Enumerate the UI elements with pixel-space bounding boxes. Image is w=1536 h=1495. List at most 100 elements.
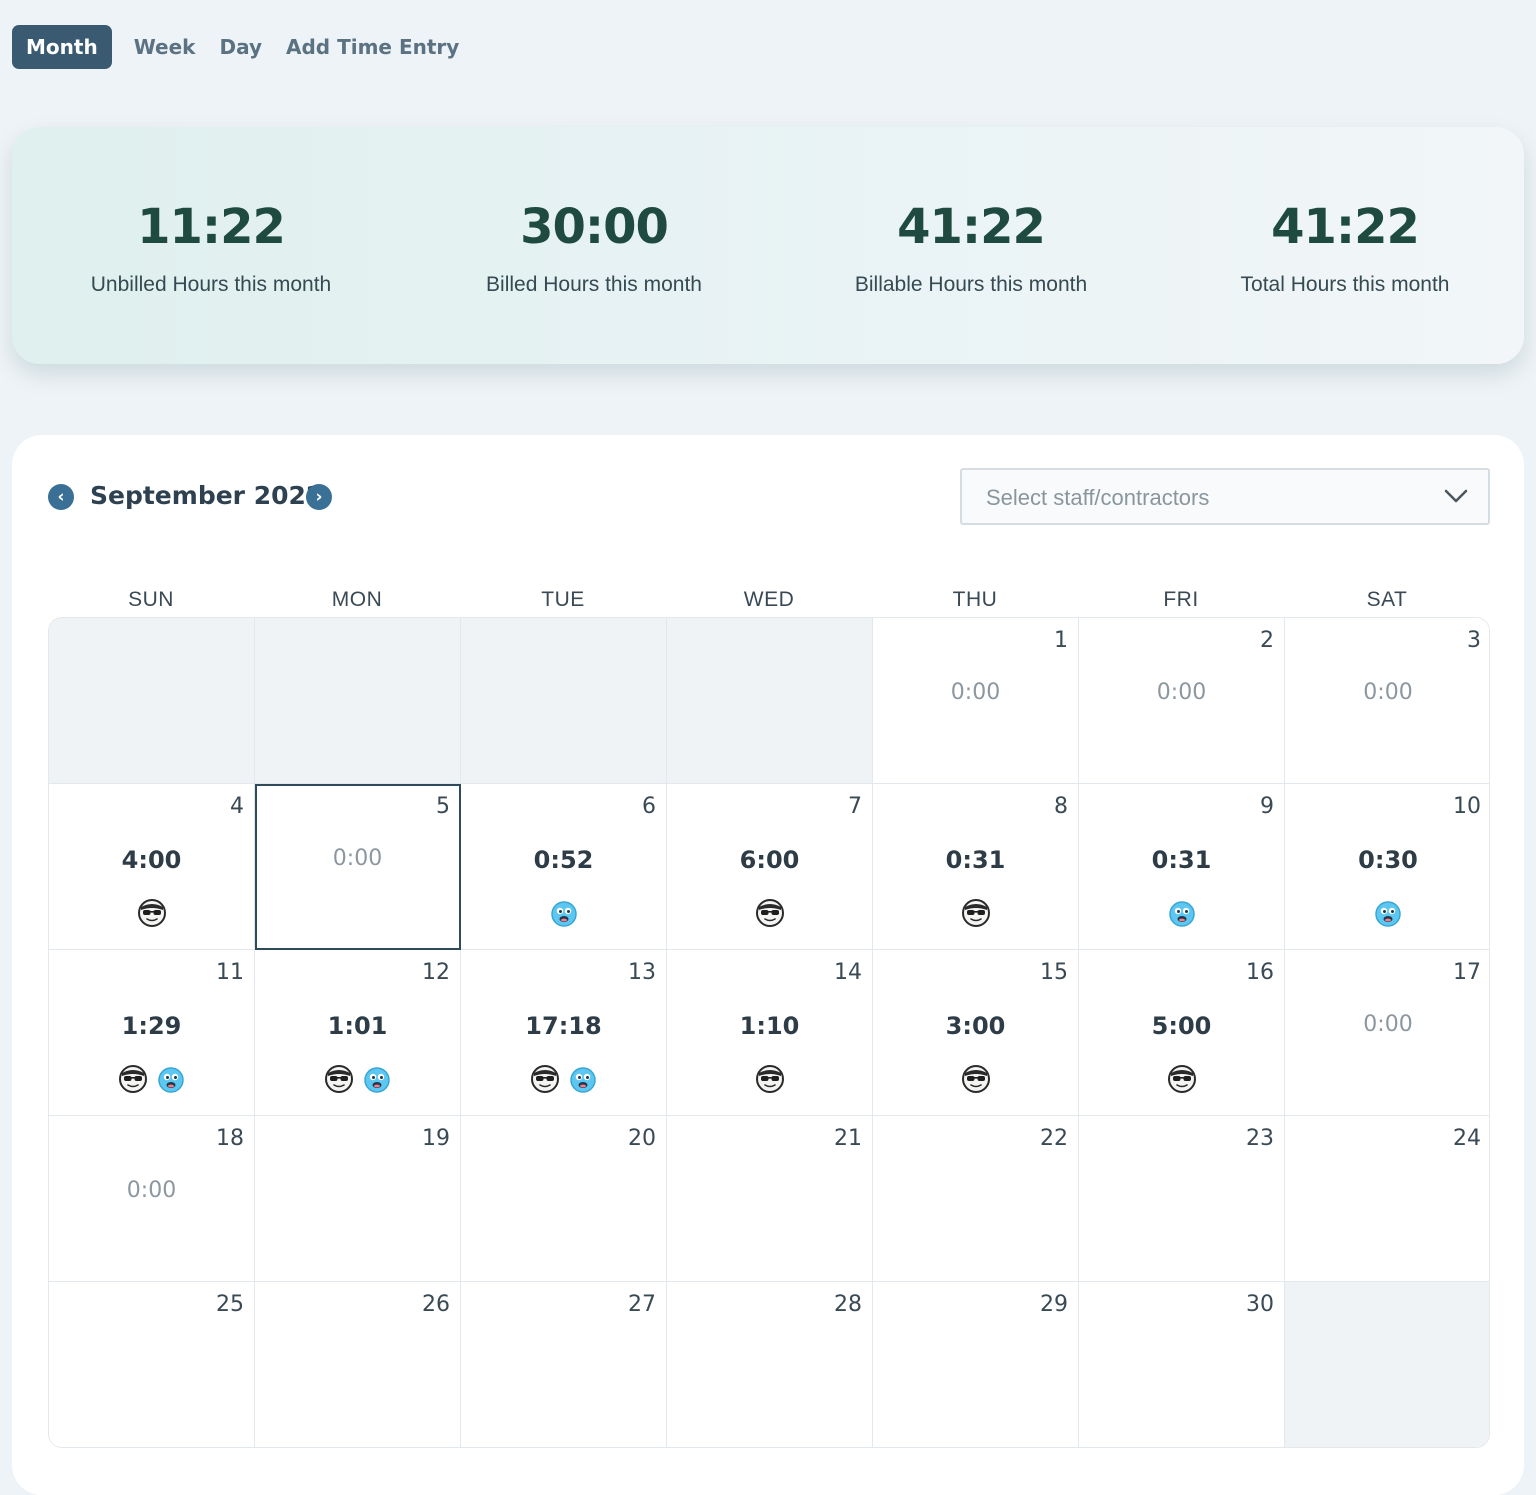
calendar-day-cell[interactable]: 9 0:31 bbox=[1079, 784, 1285, 950]
calendar-day-cell[interactable]: 2 0:00 bbox=[1079, 618, 1285, 784]
day-hours: 3:00 bbox=[945, 1012, 1006, 1040]
calendar-day-cell[interactable]: 29 bbox=[873, 1282, 1079, 1447]
calendar-day-cell[interactable]: 21 bbox=[667, 1116, 873, 1282]
calendar-empty-cell bbox=[1285, 1282, 1489, 1447]
day-number: 29 bbox=[1040, 1292, 1068, 1317]
avatar-sunglasses-icon bbox=[755, 899, 784, 927]
calendar-day-cell[interactable]: 12 1:01 bbox=[255, 950, 461, 1116]
calendar-day-cell[interactable]: 19 bbox=[255, 1116, 461, 1282]
day-hours: 0:52 bbox=[533, 846, 594, 874]
staff-select[interactable]: Select staff/contractors bbox=[960, 468, 1490, 525]
staff-avatars bbox=[667, 1064, 872, 1096]
avatar-sunglasses-icon bbox=[530, 1065, 559, 1093]
day-number: 16 bbox=[1246, 960, 1274, 985]
calendar-day-cell[interactable]: 14 1:10 bbox=[667, 950, 873, 1116]
day-number: 23 bbox=[1246, 1126, 1274, 1151]
calendar-day-cell[interactable]: 28 bbox=[667, 1282, 873, 1447]
staff-avatars bbox=[873, 898, 1078, 930]
day-number: 28 bbox=[834, 1292, 862, 1317]
day-number: 27 bbox=[628, 1292, 656, 1317]
calendar-day-cell[interactable]: 24 bbox=[1285, 1116, 1489, 1282]
weekday-wed: WED bbox=[743, 588, 795, 611]
calendar-day-cell[interactable]: 5 0:00 bbox=[255, 784, 461, 950]
calendar-day-cell[interactable]: 3 0:00 bbox=[1285, 618, 1489, 784]
calendar-day-cell[interactable]: 17 0:00 bbox=[1285, 950, 1489, 1116]
calendar-day-cell[interactable]: 15 3:00 bbox=[873, 950, 1079, 1116]
stat-value: 11:22 bbox=[137, 199, 286, 255]
day-number: 5 bbox=[436, 794, 450, 819]
day-hours: 1:10 bbox=[739, 1012, 800, 1040]
calendar-day-cell[interactable]: 26 bbox=[255, 1282, 461, 1447]
calendar-empty-cell bbox=[255, 618, 461, 784]
calendar-day-cell[interactable]: 30 bbox=[1079, 1282, 1285, 1447]
day-hours: 0:00 bbox=[1156, 680, 1207, 705]
stat-label: Billable Hours this month bbox=[854, 273, 1088, 296]
calendar-day-cell[interactable]: 20 bbox=[461, 1116, 667, 1282]
day-number: 15 bbox=[1040, 960, 1068, 985]
avatar-blue-icon bbox=[1375, 901, 1401, 927]
day-number: 22 bbox=[1040, 1126, 1068, 1151]
avatar-sunglasses-icon bbox=[118, 1065, 147, 1093]
day-number: 20 bbox=[628, 1126, 656, 1151]
weekday-mon: MON bbox=[331, 588, 383, 611]
weekday-sat: SAT bbox=[1366, 588, 1408, 611]
avatar-sunglasses-icon bbox=[137, 899, 166, 927]
next-month-button[interactable]: › bbox=[306, 484, 332, 510]
calendar-day-cell[interactable]: 23 bbox=[1079, 1116, 1285, 1282]
day-hours: 6:00 bbox=[739, 846, 800, 874]
avatar-blue-icon bbox=[363, 1067, 390, 1093]
day-hours: 0:00 bbox=[1363, 680, 1413, 705]
calendar-day-cell[interactable]: 11 1:29 bbox=[49, 950, 255, 1116]
day-hours: 0:00 bbox=[950, 680, 1001, 705]
prev-month-button[interactable]: ‹ bbox=[48, 484, 74, 510]
tab-month[interactable]: Month bbox=[12, 25, 112, 69]
calendar-day-cell[interactable]: 4 4:00 bbox=[49, 784, 255, 950]
avatar-sunglasses-icon bbox=[1167, 1065, 1196, 1093]
day-number: 19 bbox=[422, 1126, 450, 1151]
calendar-day-cell[interactable]: 6 0:52 bbox=[461, 784, 667, 950]
day-number: 7 bbox=[848, 794, 862, 819]
calendar-day-cell[interactable]: 13 17:18 bbox=[461, 950, 667, 1116]
calendar-day-cell[interactable]: 16 5:00 bbox=[1079, 950, 1285, 1116]
day-number: 21 bbox=[834, 1126, 862, 1151]
calendar-day-cell[interactable]: 7 6:00 bbox=[667, 784, 873, 950]
stat-value: 30:00 bbox=[520, 199, 669, 255]
staff-avatars bbox=[1079, 1064, 1284, 1096]
calendar-empty-cell bbox=[667, 618, 873, 784]
calendar-day-cell[interactable]: 25 bbox=[49, 1282, 255, 1447]
avatar-blue-icon bbox=[550, 901, 577, 927]
tab-week[interactable]: Week bbox=[122, 25, 208, 69]
day-number: 12 bbox=[422, 960, 450, 985]
stat-unbilled: 11:22 Unbilled Hours this month bbox=[22, 127, 400, 364]
avatar-sunglasses-icon bbox=[961, 1065, 990, 1093]
stat-label: Billed Hours this month bbox=[486, 273, 702, 296]
weekday-fri: FRI bbox=[1163, 588, 1199, 611]
weekday-tue: TUE bbox=[541, 588, 585, 611]
day-number: 17 bbox=[1453, 960, 1481, 985]
calendar-day-cell[interactable]: 27 bbox=[461, 1282, 667, 1447]
stat-value: 41:22 bbox=[1271, 199, 1420, 255]
calendar-day-cell[interactable]: 8 0:31 bbox=[873, 784, 1079, 950]
day-hours: 0:00 bbox=[332, 846, 383, 871]
stat-value: 41:22 bbox=[897, 199, 1046, 255]
calendar-card: ‹ September 2022 › Select staff/contract… bbox=[12, 435, 1524, 1495]
tab-day[interactable]: Day bbox=[207, 25, 274, 69]
day-number: 10 bbox=[1453, 794, 1481, 819]
day-hours: 1:01 bbox=[327, 1012, 388, 1040]
day-number: 11 bbox=[216, 960, 244, 985]
calendar-day-cell[interactable]: 18 0:00 bbox=[49, 1116, 255, 1282]
add-time-entry-link[interactable]: Add Time Entry bbox=[274, 25, 471, 69]
staff-avatars bbox=[461, 898, 666, 930]
day-number: 1 bbox=[1054, 628, 1068, 653]
day-number: 3 bbox=[1467, 628, 1481, 653]
stat-billable: 41:22 Billable Hours this month bbox=[782, 127, 1160, 364]
day-number: 8 bbox=[1054, 794, 1068, 819]
calendar-empty-cell bbox=[49, 618, 255, 784]
avatar-blue-icon bbox=[1168, 901, 1195, 927]
avatar-sunglasses-icon bbox=[324, 1065, 353, 1093]
day-number: 14 bbox=[834, 960, 862, 985]
calendar-day-cell[interactable]: 1 0:00 bbox=[873, 618, 1079, 784]
calendar-day-cell[interactable]: 10 0:30 bbox=[1285, 784, 1489, 950]
hours-summary-panel: 11:22 Unbilled Hours this month 30:00 Bi… bbox=[12, 127, 1524, 364]
calendar-day-cell[interactable]: 22 bbox=[873, 1116, 1079, 1282]
